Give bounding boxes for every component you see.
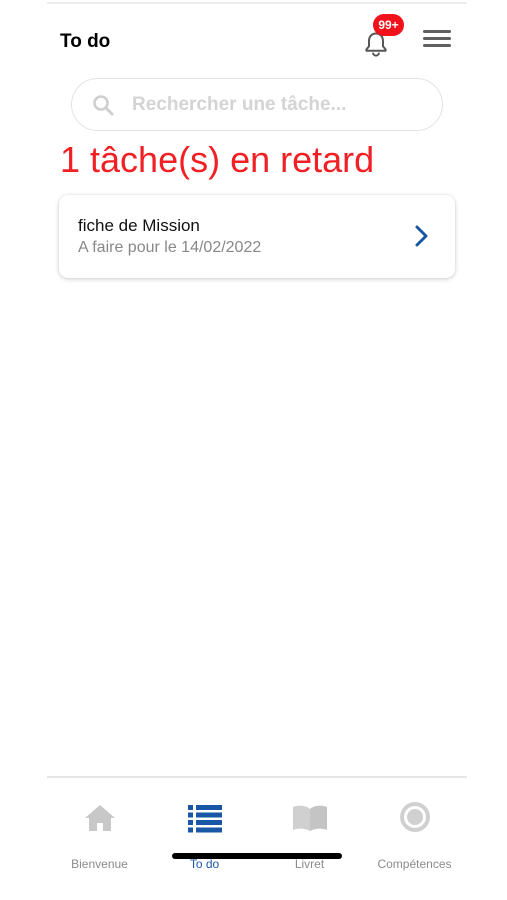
list-icon bbox=[187, 805, 222, 833]
tab-bienvenue[interactable]: Bienvenue bbox=[47, 778, 152, 900]
target-icon bbox=[399, 802, 430, 832]
tab-label: To do bbox=[189, 857, 220, 871]
home-indicator bbox=[172, 853, 342, 859]
tab-livret[interactable]: Livret bbox=[257, 778, 362, 900]
search-icon bbox=[93, 95, 114, 116]
book-icon bbox=[292, 805, 327, 831]
tab-competences[interactable]: Compétences bbox=[362, 778, 467, 900]
task-due-date: A faire pour le 14/02/2022 bbox=[78, 239, 262, 256]
overdue-count-heading: 1 tâche(s) en retard bbox=[60, 139, 375, 180]
chevron-right-icon bbox=[415, 225, 428, 247]
page-title: To do bbox=[60, 31, 111, 52]
task-card[interactable]: fiche de Mission A faire pour le 14/02/2… bbox=[59, 195, 455, 278]
notification-badge: 99+ bbox=[373, 14, 404, 36]
hamburger-menu-icon[interactable] bbox=[423, 30, 451, 52]
tab-label: Compétences bbox=[377, 857, 452, 871]
search-input[interactable] bbox=[132, 91, 432, 119]
search-bar[interactable] bbox=[71, 78, 443, 131]
tab-label: Livret bbox=[294, 857, 325, 871]
task-title: fiche de Mission bbox=[78, 216, 200, 235]
bottom-tab-bar: Bienvenue To do Livret Compétences bbox=[47, 778, 467, 900]
home-icon bbox=[84, 805, 115, 831]
tab-label: Bienvenue bbox=[71, 857, 128, 871]
tab-todo[interactable]: To do bbox=[152, 778, 257, 900]
app-header: To do 99+ bbox=[0, 0, 507, 80]
